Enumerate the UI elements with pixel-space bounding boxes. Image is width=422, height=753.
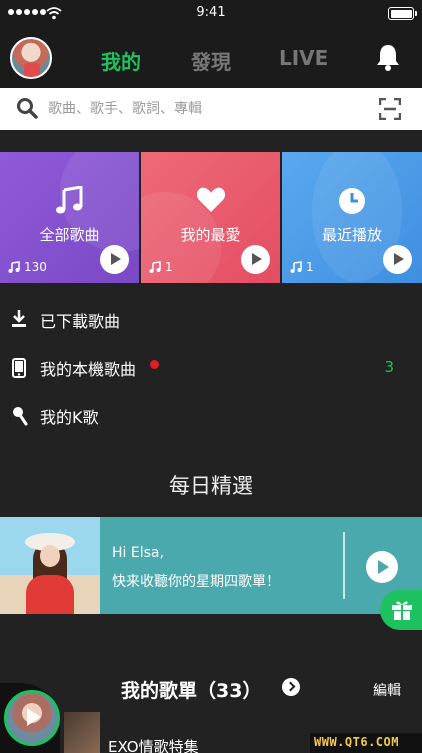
banner-message: 快来收聽你的星期四歌單！ (112, 574, 280, 590)
list-item-karaoke[interactable]: 我的K歌 (0, 394, 422, 438)
playlist-cover[interactable] (64, 712, 100, 753)
song-count: 1 (149, 260, 173, 274)
tile-label: 最近播放 (321, 226, 382, 244)
status-bar: 9:41 (0, 0, 422, 28)
phone-icon (12, 358, 26, 378)
chevron-right-icon[interactable] (282, 678, 300, 696)
daily-banner[interactable]: Hi Elsa, 快来收聽你的星期四歌單！ (0, 517, 422, 614)
list-item-label: 我的本機歌曲 (40, 360, 137, 379)
daily-picks-title: 每日精選 (169, 474, 253, 498)
tile-label: 全部歌曲 (39, 226, 100, 244)
tile-favorites[interactable]: 我的最愛 1 (141, 152, 280, 283)
tab-mine[interactable]: 我的 (101, 46, 141, 75)
play-button[interactable] (100, 245, 129, 274)
list-item-downloaded[interactable]: 已下載歌曲 (0, 298, 422, 342)
tab-discover[interactable]: 發現 (191, 46, 231, 75)
download-icon (12, 310, 26, 327)
music-note-icon (55, 186, 82, 214)
count-value: 130 (24, 260, 47, 274)
search-bar (0, 88, 422, 130)
tile-label: 我的最愛 (180, 226, 241, 244)
clock-icon (339, 188, 365, 214)
local-songs-count: 3 (384, 358, 394, 376)
playlist-name[interactable]: EXO情歌特集 (108, 736, 199, 753)
divider (343, 532, 345, 599)
music-note-icon (290, 261, 302, 273)
watermark: WWW.QT6.COM (310, 733, 422, 753)
watermark-text: WWW.QT6.COM (314, 735, 399, 749)
gift-icon (392, 601, 412, 620)
search-input[interactable] (48, 94, 358, 124)
edit-button[interactable]: 編輯 (373, 680, 401, 700)
play-button[interactable] (383, 245, 412, 274)
banner-greeting: Hi Elsa, (112, 545, 164, 561)
heart-icon (196, 187, 225, 212)
tab-live[interactable]: LIVE (279, 46, 328, 70)
mini-player-disc[interactable] (4, 690, 60, 746)
banner-photo (0, 517, 100, 614)
new-badge (150, 360, 159, 369)
play-button[interactable] (241, 245, 270, 274)
playlists-title: 我的歌單（33） (121, 680, 262, 702)
scan-icon[interactable] (379, 98, 401, 120)
banner-play-button[interactable] (366, 551, 398, 583)
song-count: 1 (290, 260, 314, 274)
music-note-icon (8, 261, 20, 273)
song-count: 130 (8, 260, 47, 274)
microphone-icon (13, 407, 28, 426)
gift-button[interactable] (380, 590, 422, 630)
clock-time: 9:41 (196, 5, 226, 20)
list-item-label: 我的K歌 (40, 408, 99, 427)
count-value: 1 (165, 260, 173, 274)
search-icon (17, 98, 38, 119)
top-nav: 我的 發現 LIVE (0, 28, 422, 88)
avatar[interactable] (10, 37, 52, 79)
bell-icon[interactable] (374, 42, 402, 72)
tile-all-songs[interactable]: 全部歌曲 130 (0, 152, 139, 283)
list-item-label: 已下載歌曲 (40, 312, 121, 331)
battery-icon (388, 7, 417, 20)
music-note-icon (149, 261, 161, 273)
list-item-local-songs[interactable]: 我的本機歌曲 3 (0, 346, 422, 390)
count-value: 1 (306, 260, 314, 274)
tile-recent[interactable]: 最近播放 1 (282, 152, 422, 283)
